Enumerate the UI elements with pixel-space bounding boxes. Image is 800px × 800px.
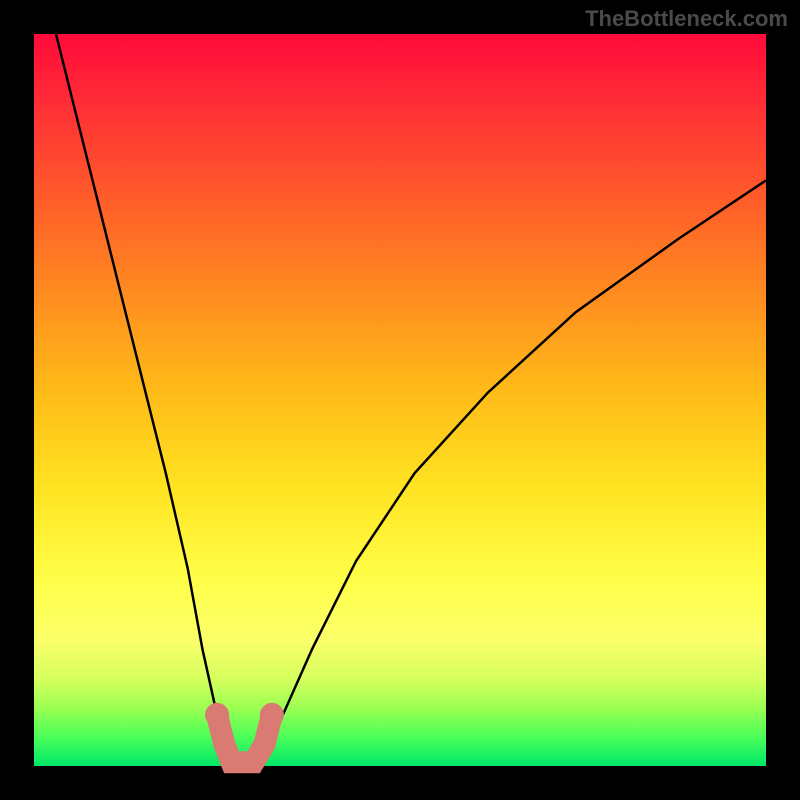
- chart-svg: [34, 34, 766, 766]
- attribution-label: TheBottleneck.com: [585, 6, 788, 32]
- chart-frame: TheBottleneck.com: [0, 0, 800, 800]
- marker-dot: [205, 703, 229, 727]
- highlighted-points: [205, 703, 284, 763]
- bottleneck-curve: [56, 34, 766, 766]
- marker-dot: [260, 703, 284, 727]
